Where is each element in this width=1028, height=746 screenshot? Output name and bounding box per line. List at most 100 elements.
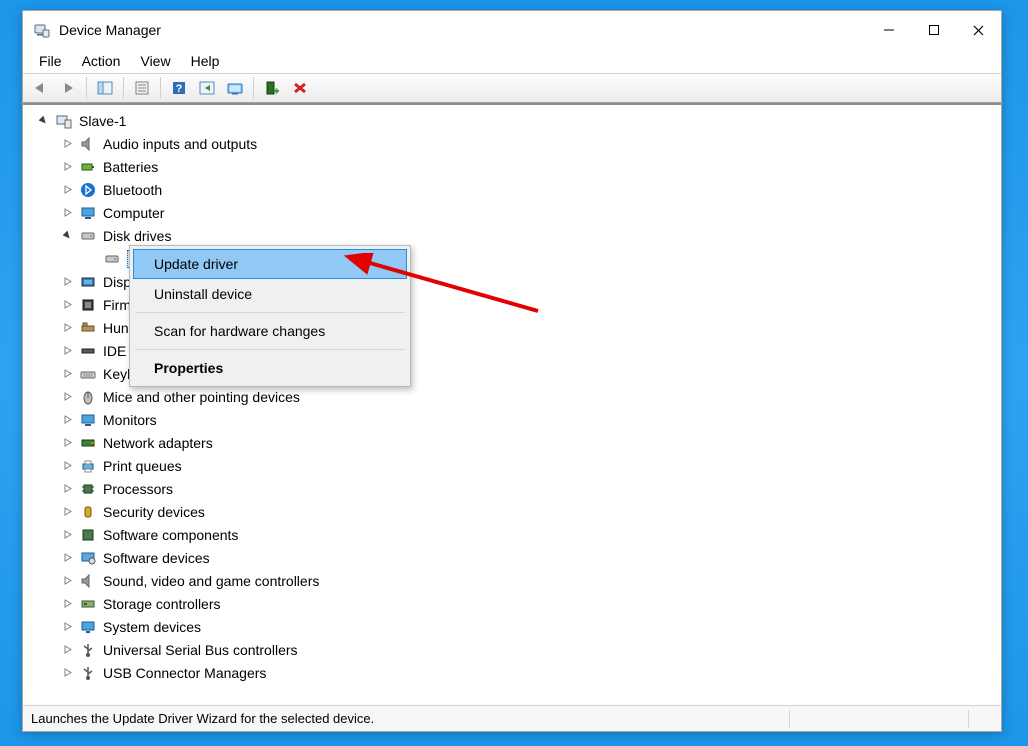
properties-button[interactable] bbox=[129, 76, 155, 100]
menu-file[interactable]: File bbox=[29, 51, 72, 71]
tree-item-processors[interactable]: Processors bbox=[31, 477, 1001, 500]
expand-icon[interactable] bbox=[59, 596, 75, 612]
toolbar-separator bbox=[123, 77, 124, 99]
expand-icon[interactable] bbox=[59, 343, 75, 359]
expand-icon[interactable] bbox=[59, 412, 75, 428]
tree-label: Software components bbox=[103, 527, 238, 543]
monitor-icon bbox=[79, 411, 97, 429]
action-center-button[interactable] bbox=[194, 76, 220, 100]
expand-icon[interactable] bbox=[59, 136, 75, 152]
tree-label: Batteries bbox=[103, 159, 158, 175]
tree-item-usb-controllers[interactable]: Universal Serial Bus controllers bbox=[31, 638, 1001, 661]
collapse-icon[interactable] bbox=[35, 113, 51, 129]
help-button[interactable]: ? bbox=[166, 76, 192, 100]
disk-icon bbox=[103, 250, 121, 268]
expand-icon[interactable] bbox=[59, 182, 75, 198]
tree-label: Print queues bbox=[103, 458, 182, 474]
expand-icon[interactable] bbox=[59, 205, 75, 221]
expand-icon[interactable] bbox=[59, 573, 75, 589]
forward-button[interactable] bbox=[55, 76, 81, 100]
ctx-label: Scan for hardware changes bbox=[154, 323, 325, 339]
uninstall-device-button[interactable] bbox=[287, 76, 313, 100]
expand-icon[interactable] bbox=[59, 458, 75, 474]
expand-icon[interactable] bbox=[59, 274, 75, 290]
tree-root-row[interactable]: Slave-1 bbox=[31, 109, 1001, 132]
tree-item-security[interactable]: Security devices bbox=[31, 500, 1001, 523]
context-menu: Update driver Uninstall device Scan for … bbox=[129, 245, 411, 387]
tree-label: Disk drives bbox=[103, 228, 171, 244]
disk-icon bbox=[79, 227, 97, 245]
expand-icon[interactable] bbox=[59, 297, 75, 313]
mouse-icon bbox=[79, 388, 97, 406]
expand-icon[interactable] bbox=[59, 320, 75, 336]
tree-item-system-devices[interactable]: System devices bbox=[31, 615, 1001, 638]
tree-label: Bluetooth bbox=[103, 182, 162, 198]
expand-icon[interactable] bbox=[59, 642, 75, 658]
speaker-icon bbox=[79, 572, 97, 590]
expand-icon[interactable] bbox=[59, 389, 75, 405]
ctx-properties[interactable]: Properties bbox=[133, 353, 407, 383]
tree-item-computer[interactable]: Computer bbox=[31, 201, 1001, 224]
tree-item-mice[interactable]: Mice and other pointing devices bbox=[31, 385, 1001, 408]
expand-icon[interactable] bbox=[59, 665, 75, 681]
minimize-button[interactable] bbox=[866, 15, 911, 45]
tree-item-print-queues[interactable]: Print queues bbox=[31, 454, 1001, 477]
device-tree: Slave-1 Audio inputs and outputs Batteri… bbox=[31, 109, 1001, 684]
printer-icon bbox=[79, 457, 97, 475]
menu-action[interactable]: Action bbox=[72, 51, 131, 71]
expand-icon[interactable] bbox=[59, 366, 75, 382]
collapse-icon[interactable] bbox=[59, 228, 75, 244]
usb-icon bbox=[79, 664, 97, 682]
back-button[interactable] bbox=[27, 76, 53, 100]
expand-icon[interactable] bbox=[59, 550, 75, 566]
close-button[interactable] bbox=[956, 15, 1001, 45]
speaker-icon bbox=[79, 135, 97, 153]
tree-item-audio[interactable]: Audio inputs and outputs bbox=[31, 132, 1001, 155]
ctx-scan-hardware[interactable]: Scan for hardware changes bbox=[133, 316, 407, 346]
window-title: Device Manager bbox=[59, 22, 161, 38]
software-device-icon bbox=[79, 549, 97, 567]
toolbar-separator bbox=[253, 77, 254, 99]
network-adapter-icon bbox=[79, 434, 97, 452]
cpu-icon bbox=[79, 480, 97, 498]
tree-item-usb-connector-managers[interactable]: USB Connector Managers bbox=[31, 661, 1001, 684]
tree-item-disk-drives[interactable]: Disk drives bbox=[31, 224, 1001, 247]
expand-icon[interactable] bbox=[59, 481, 75, 497]
tree-item-batteries[interactable]: Batteries bbox=[31, 155, 1001, 178]
expand-spacer bbox=[83, 251, 99, 267]
maximize-button[interactable] bbox=[911, 15, 956, 45]
tree-item-sound-video[interactable]: Sound, video and game controllers bbox=[31, 569, 1001, 592]
ctx-label: Uninstall device bbox=[154, 286, 252, 302]
expand-icon[interactable] bbox=[59, 619, 75, 635]
tree-item-network[interactable]: Network adapters bbox=[31, 431, 1001, 454]
show-hide-console-tree-button[interactable] bbox=[92, 76, 118, 100]
ide-icon bbox=[79, 342, 97, 360]
tree-label: Disp bbox=[103, 274, 131, 290]
status-text: Launches the Update Driver Wizard for th… bbox=[31, 711, 785, 726]
tree-label: Security devices bbox=[103, 504, 205, 520]
tree-item-monitors[interactable]: Monitors bbox=[31, 408, 1001, 431]
device-tree-panel[interactable]: Slave-1 Audio inputs and outputs Batteri… bbox=[23, 103, 1001, 705]
ctx-uninstall-device[interactable]: Uninstall device bbox=[133, 279, 407, 309]
device-manager-window: Device Manager File Action View Help bbox=[22, 10, 1002, 732]
ctx-label: Properties bbox=[154, 360, 223, 376]
expand-icon[interactable] bbox=[59, 159, 75, 175]
ctx-separator bbox=[135, 349, 405, 350]
scan-hardware-button[interactable] bbox=[259, 76, 285, 100]
tree-item-bluetooth[interactable]: Bluetooth bbox=[31, 178, 1001, 201]
update-driver-button[interactable] bbox=[222, 76, 248, 100]
svg-text:?: ? bbox=[176, 83, 183, 95]
expand-icon[interactable] bbox=[59, 527, 75, 543]
toolbar: ? bbox=[23, 73, 1001, 103]
menu-help[interactable]: Help bbox=[181, 51, 230, 71]
expand-icon[interactable] bbox=[59, 504, 75, 520]
toolbar-separator bbox=[86, 77, 87, 99]
tree-item-software-devices[interactable]: Software devices bbox=[31, 546, 1001, 569]
tree-label: Sound, video and game controllers bbox=[103, 573, 319, 589]
expand-icon[interactable] bbox=[59, 435, 75, 451]
tree-item-software-components[interactable]: Software components bbox=[31, 523, 1001, 546]
tree-item-storage-controllers[interactable]: Storage controllers bbox=[31, 592, 1001, 615]
security-icon bbox=[79, 503, 97, 521]
menu-view[interactable]: View bbox=[130, 51, 180, 71]
ctx-update-driver[interactable]: Update driver bbox=[133, 249, 407, 279]
